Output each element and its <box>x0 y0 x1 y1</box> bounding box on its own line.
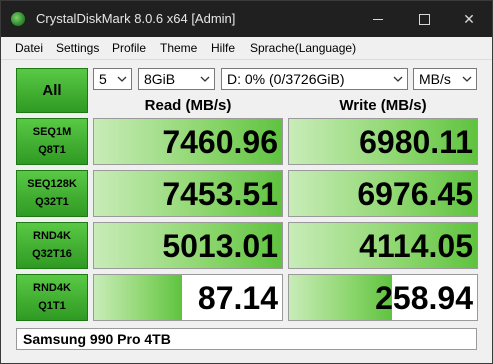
menu-datei[interactable]: Datei <box>15 41 43 55</box>
app-window: CrystalDiskMark 8.0.6 x64 [Admin] ✕ Date… <box>0 0 493 364</box>
test-params: Q32T16 <box>32 248 72 260</box>
test-name: RND4K <box>33 282 71 294</box>
drive-select[interactable]: D: 0% (0/3726GiB) <box>221 68 408 90</box>
menu-theme[interactable]: Theme <box>160 41 197 55</box>
write-result-rnd4k-q32t16: 4114.05 <box>288 222 478 269</box>
title-bar[interactable]: CrystalDiskMark 8.0.6 x64 [Admin] ✕ <box>1 1 492 37</box>
close-button[interactable]: ✕ <box>446 1 492 37</box>
comment-text: Samsung 990 Pro 4TB <box>23 331 171 347</box>
test-button-rnd4k-q1t1[interactable]: RND4K Q1T1 <box>16 274 88 321</box>
chevron-down-icon <box>200 76 210 82</box>
test-size-value: 8GiB <box>144 71 176 87</box>
write-value: 6976.45 <box>357 176 473 212</box>
menu-profile[interactable]: Profile <box>112 41 146 55</box>
write-value: 4114.05 <box>359 228 473 264</box>
read-value: 87.14 <box>197 280 278 316</box>
close-icon: ✕ <box>463 11 475 27</box>
test-button-seq1m-q8t1[interactable]: SEQ1M Q8T1 <box>16 118 88 165</box>
write-value: 258.94 <box>375 280 473 316</box>
read-result-seq128k-q32t1: 7453.51 <box>93 170 283 217</box>
test-params: Q8T1 <box>38 144 66 156</box>
test-button-seq128k-q32t1[interactable]: SEQ128K Q32T1 <box>16 170 88 217</box>
run-all-button[interactable]: All <box>16 68 88 113</box>
write-result-seq128k-q32t1: 6976.45 <box>288 170 478 217</box>
maximize-icon <box>419 14 430 25</box>
minimize-icon <box>373 19 383 20</box>
write-value: 6980.11 <box>359 124 473 160</box>
test-params: Q1T1 <box>38 300 66 312</box>
read-value: 7460.96 <box>162 124 278 160</box>
comment-field[interactable]: Samsung 990 Pro 4TB <box>16 328 477 350</box>
test-params: Q32T1 <box>35 196 69 208</box>
write-result-rnd4k-q1t1: 258.94 <box>288 274 478 321</box>
chevron-down-icon <box>117 76 127 82</box>
read-score-bar <box>94 275 183 320</box>
read-result-rnd4k-q32t16: 5013.01 <box>93 222 283 269</box>
unit-select[interactable]: MB/s <box>413 68 477 90</box>
minimize-button[interactable] <box>355 1 401 37</box>
test-count-value: 5 <box>99 71 107 87</box>
menu-divider <box>1 59 492 60</box>
menu-bar: Datei Settings Profile Theme Hilfe Sprac… <box>1 37 492 59</box>
test-name: RND4K <box>33 230 71 242</box>
test-name: SEQ128K <box>27 178 77 190</box>
read-result-seq1m-q8t1: 7460.96 <box>93 118 283 165</box>
drive-value: D: 0% (0/3726GiB) <box>227 71 345 87</box>
test-size-select[interactable]: 8GiB <box>138 68 215 90</box>
write-result-seq1m-q8t1: 6980.11 <box>288 118 478 165</box>
chevron-down-icon <box>462 76 472 82</box>
crystaldiskmark-app-icon <box>11 12 25 26</box>
maximize-button[interactable] <box>401 1 447 37</box>
menu-settings[interactable]: Settings <box>56 41 99 55</box>
chevron-down-icon <box>393 76 403 82</box>
menu-hilfe[interactable]: Hilfe <box>211 41 235 55</box>
test-button-rnd4k-q32t16[interactable]: RND4K Q32T16 <box>16 222 88 269</box>
read-column-header: Read (MB/s) <box>144 97 232 114</box>
read-result-rnd4k-q1t1: 87.14 <box>93 274 283 321</box>
write-column-header: Write (MB/s) <box>339 97 427 114</box>
window-title: CrystalDiskMark 8.0.6 x64 [Admin] <box>36 11 236 26</box>
test-name: SEQ1M <box>32 126 72 138</box>
read-value: 7453.51 <box>162 176 278 212</box>
read-value: 5013.01 <box>162 228 278 264</box>
unit-value: MB/s <box>419 71 451 87</box>
menu-language[interactable]: Sprache(Language) <box>250 41 356 55</box>
test-count-select[interactable]: 5 <box>93 68 132 90</box>
